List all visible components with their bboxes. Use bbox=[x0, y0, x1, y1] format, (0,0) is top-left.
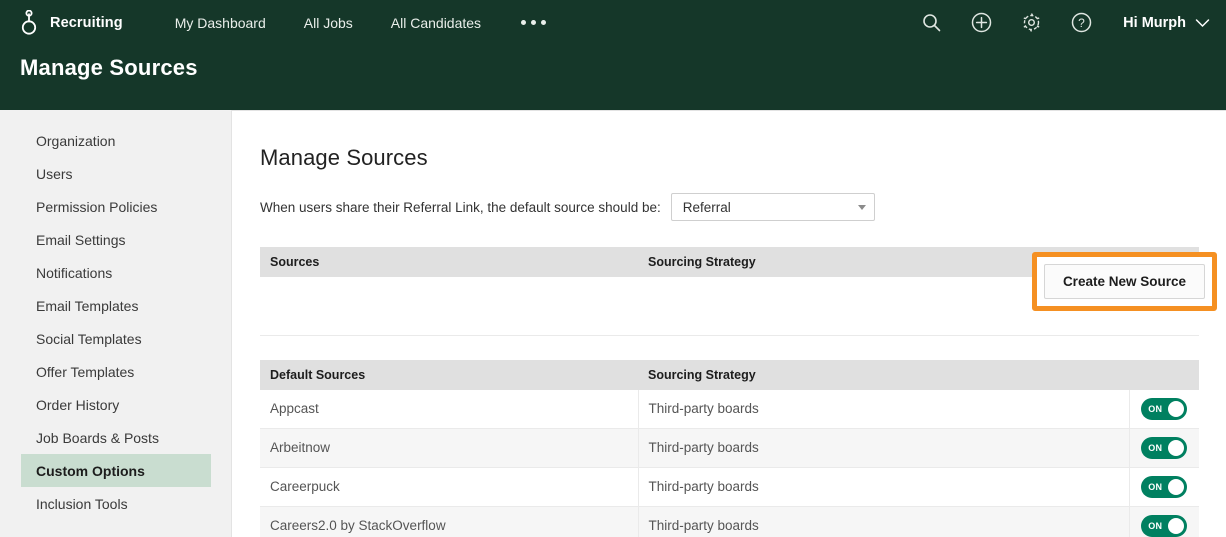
toggle-knob bbox=[1168, 400, 1185, 417]
source-enabled-toggle[interactable]: ON bbox=[1141, 514, 1188, 537]
nav-item-my-dashboard[interactable]: My Dashboard bbox=[175, 15, 266, 31]
column-header-sourcing-strategy: Sourcing Strategy bbox=[638, 359, 1129, 390]
page-body: Organization Users Permission Policies E… bbox=[0, 110, 1226, 537]
cell-sourcing-strategy: Third-party boards bbox=[638, 389, 1130, 429]
nav-item-all-jobs[interactable]: All Jobs bbox=[304, 15, 353, 31]
cell-toggle: ON bbox=[1129, 467, 1199, 507]
nav-links: My Dashboard All Jobs All Candidates bbox=[175, 14, 548, 31]
ellipsis-dot bbox=[531, 20, 537, 25]
header-actions: ? Hi Murph bbox=[919, 11, 1210, 35]
sidebar-item-inclusion-tools[interactable]: Inclusion Tools bbox=[0, 487, 231, 520]
sidebar-item-job-boards-posts[interactable]: Job Boards & Posts bbox=[0, 421, 231, 454]
empty-cell-strategy bbox=[638, 277, 1059, 336]
user-menu[interactable]: Hi Murph bbox=[1123, 15, 1210, 31]
cell-sourcing-strategy: Third-party boards bbox=[638, 467, 1130, 507]
cell-toggle: ON bbox=[1129, 389, 1199, 429]
default-source-selected-value: Referral bbox=[682, 199, 731, 215]
app-header: Recruiting My Dashboard All Jobs All Can… bbox=[0, 0, 1226, 110]
cell-toggle: ON bbox=[1129, 428, 1199, 468]
settings-sidebar: Organization Users Permission Policies E… bbox=[0, 110, 231, 520]
manage-sources-card: Manage Sources When users share their Re… bbox=[231, 110, 1226, 537]
source-enabled-toggle[interactable]: ON bbox=[1141, 397, 1188, 420]
default-sources-table: Default Sources Sourcing Strategy Appcas… bbox=[260, 359, 1199, 537]
sources-table: Sources Sourcing Strategy Edit Remove Cr… bbox=[260, 247, 1217, 336]
table-row: Appcast Third-party boards ON bbox=[260, 389, 1199, 429]
toggle-state-label: ON bbox=[1148, 520, 1163, 531]
ellipsis-icon[interactable] bbox=[519, 14, 548, 31]
referral-source-label: When users share their Referral Link, th… bbox=[260, 199, 661, 215]
source-enabled-toggle[interactable]: ON bbox=[1141, 436, 1188, 459]
cell-source-name: Arbeitnow bbox=[260, 428, 639, 468]
brand-logo-group[interactable]: Recruiting bbox=[18, 9, 123, 36]
column-header-default-sources: Default Sources bbox=[260, 359, 638, 390]
sidebar-item-notifications[interactable]: Notifications bbox=[0, 256, 231, 289]
user-greeting: Hi Murph bbox=[1123, 14, 1186, 31]
table-header-row: Default Sources Sourcing Strategy bbox=[260, 359, 1199, 390]
default-referral-source-row: When users share their Referral Link, th… bbox=[260, 193, 1199, 221]
column-header-sourcing-strategy: Sourcing Strategy bbox=[638, 247, 1059, 277]
table-row: Careerpuck Third-party boards ON bbox=[260, 467, 1199, 507]
ellipsis-dot bbox=[521, 20, 527, 25]
toggle-state-label: ON bbox=[1148, 481, 1163, 492]
primary-nav: Recruiting My Dashboard All Jobs All Can… bbox=[0, 0, 1226, 45]
sidebar-item-users[interactable]: Users bbox=[0, 157, 231, 190]
toggle-knob bbox=[1168, 478, 1185, 495]
sidebar-item-permission-policies[interactable]: Permission Policies bbox=[0, 190, 231, 223]
toggle-state-label: ON bbox=[1148, 442, 1163, 453]
brand-name: Recruiting bbox=[50, 14, 123, 31]
cell-source-name: Appcast bbox=[260, 389, 639, 429]
create-new-source-button[interactable]: Create New Source bbox=[1043, 264, 1205, 299]
page-title: Manage Sources bbox=[20, 55, 198, 80]
sidebar-item-order-history[interactable]: Order History bbox=[0, 388, 231, 421]
toggle-knob bbox=[1168, 439, 1185, 456]
table-row: Arbeitnow Third-party boards ON bbox=[260, 428, 1199, 468]
cell-source-name: Careerpuck bbox=[260, 467, 639, 507]
column-header-sources: Sources bbox=[260, 247, 638, 277]
greenhouse-g-logo-icon bbox=[21, 9, 37, 35]
sources-empty-row: Create New Source bbox=[260, 252, 1217, 336]
table-row: Careers2.0 by StackOverflow Third-party … bbox=[260, 506, 1199, 537]
gear-icon[interactable] bbox=[1019, 11, 1043, 35]
sidebar-item-email-settings[interactable]: Email Settings bbox=[0, 223, 231, 256]
cell-toggle: ON bbox=[1129, 506, 1199, 537]
cell-source-name: Careers2.0 by StackOverflow bbox=[260, 506, 639, 537]
cell-sourcing-strategy: Third-party boards bbox=[638, 428, 1130, 468]
create-new-source-cell: Create New Source bbox=[1031, 252, 1217, 336]
sidebar-item-offer-templates[interactable]: Offer Templates bbox=[0, 355, 231, 388]
source-enabled-toggle[interactable]: ON bbox=[1141, 475, 1188, 498]
svg-text:?: ? bbox=[1078, 16, 1085, 30]
chevron-down-icon bbox=[857, 204, 866, 210]
empty-cell-sources bbox=[260, 277, 638, 336]
sidebar-item-organization[interactable]: Organization bbox=[0, 124, 231, 157]
cell-sourcing-strategy: Third-party boards bbox=[638, 506, 1130, 537]
sidebar-item-email-templates[interactable]: Email Templates bbox=[0, 289, 231, 322]
search-icon[interactable] bbox=[919, 11, 943, 35]
default-source-select[interactable]: Referral bbox=[670, 193, 875, 221]
column-header-toggle bbox=[1129, 359, 1199, 390]
plus-circle-icon[interactable] bbox=[969, 11, 993, 35]
table-spacer bbox=[260, 336, 1199, 360]
toggle-knob bbox=[1168, 517, 1185, 534]
nav-item-all-candidates[interactable]: All Candidates bbox=[391, 15, 481, 31]
chevron-down-icon bbox=[1195, 18, 1210, 27]
ellipsis-dot bbox=[541, 20, 547, 25]
sidebar-item-custom-options[interactable]: Custom Options bbox=[21, 454, 211, 487]
question-circle-icon[interactable]: ? bbox=[1069, 11, 1093, 35]
section-title: Manage Sources bbox=[260, 145, 428, 170]
create-new-source-highlight: Create New Source bbox=[1031, 252, 1217, 311]
sidebar-item-social-templates[interactable]: Social Templates bbox=[0, 322, 231, 355]
toggle-state-label: ON bbox=[1148, 403, 1163, 414]
